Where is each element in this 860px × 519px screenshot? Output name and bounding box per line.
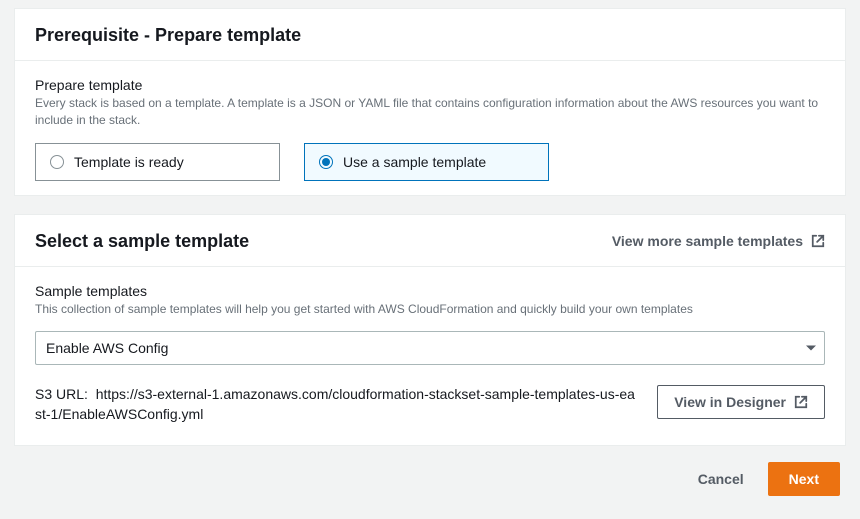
s3-url-label: S3 URL: — [35, 386, 88, 402]
select-sample-title: Select a sample template — [35, 231, 249, 252]
prerequisite-panel: Prerequisite - Prepare template Prepare … — [14, 8, 846, 196]
radio-icon — [50, 155, 64, 169]
s3-url-value: https://s3-external-1.amazonaws.com/clou… — [35, 386, 635, 422]
select-sample-panel: Select a sample template View more sampl… — [14, 214, 846, 446]
option-template-ready[interactable]: Template is ready — [35, 143, 280, 181]
cancel-button[interactable]: Cancel — [694, 463, 748, 495]
external-link-icon — [794, 395, 808, 409]
s3-url-row: S3 URL: https://s3-external-1.amazonaws.… — [35, 385, 825, 424]
radio-icon — [319, 155, 333, 169]
sample-template-dropdown[interactable]: Enable AWS Config — [35, 331, 825, 365]
footer-actions: Cancel Next — [0, 446, 860, 512]
sample-templates-label: Sample templates — [35, 283, 825, 299]
view-designer-label: View in Designer — [674, 394, 786, 410]
view-in-designer-button[interactable]: View in Designer — [657, 385, 825, 419]
option-label: Template is ready — [74, 154, 184, 170]
prepare-template-label: Prepare template — [35, 77, 825, 93]
s3-url-text: S3 URL: https://s3-external-1.amazonaws.… — [35, 385, 637, 424]
prepare-template-desc: Every stack is based on a template. A te… — [35, 95, 825, 129]
view-more-label: View more sample templates — [612, 233, 803, 249]
select-sample-header: Select a sample template View more sampl… — [15, 215, 845, 267]
next-button[interactable]: Next — [768, 462, 840, 496]
external-link-icon — [811, 234, 825, 248]
view-more-templates-link[interactable]: View more sample templates — [612, 233, 825, 249]
option-use-sample-template[interactable]: Use a sample template — [304, 143, 549, 181]
prerequisite-title: Prerequisite - Prepare template — [35, 25, 301, 46]
prerequisite-body: Prepare template Every stack is based on… — [15, 61, 845, 195]
prepare-template-options: Template is ready Use a sample template — [35, 143, 825, 181]
prerequisite-header: Prerequisite - Prepare template — [15, 9, 845, 61]
sample-templates-desc: This collection of sample templates will… — [35, 301, 825, 318]
option-label: Use a sample template — [343, 154, 486, 170]
chevron-down-icon — [806, 346, 816, 351]
select-sample-body: Sample templates This collection of samp… — [15, 267, 845, 445]
dropdown-value: Enable AWS Config — [46, 340, 168, 356]
